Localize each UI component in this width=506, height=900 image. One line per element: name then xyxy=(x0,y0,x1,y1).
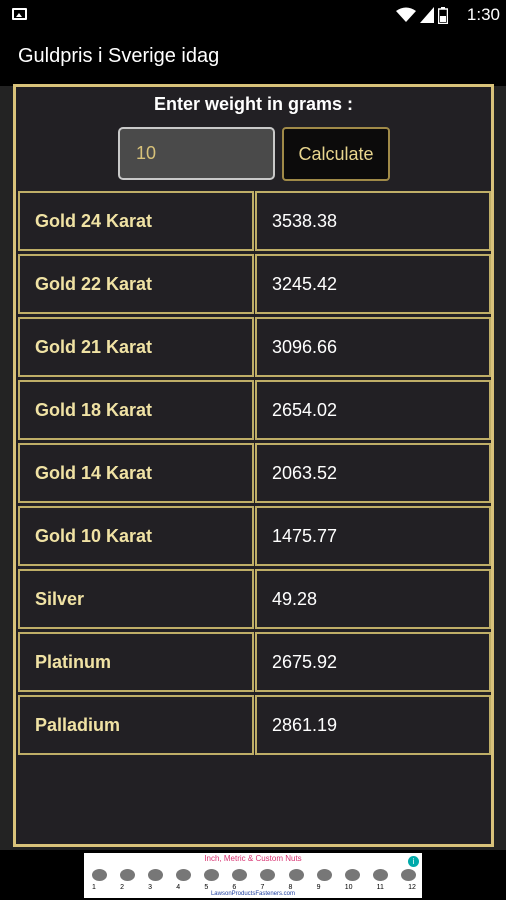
metal-name: Gold 18 Karat xyxy=(35,400,153,420)
battery-icon xyxy=(438,6,448,24)
metal-name: Gold 22 Karat xyxy=(35,274,153,294)
metal-name: Palladium xyxy=(35,715,121,735)
ad-number: 12 xyxy=(408,884,416,891)
ad-number: 1 xyxy=(92,884,96,891)
metal-price-cell: 3245.42 xyxy=(255,254,491,314)
metal-price: 2861.19 xyxy=(272,715,338,735)
metal-price: 1475.77 xyxy=(272,526,338,546)
table-row: Gold 10 Karat 1475.77 xyxy=(16,506,491,566)
metal-price: 3538.38 xyxy=(272,211,338,231)
nut-image xyxy=(372,868,388,881)
ad-number: 8 xyxy=(288,884,293,891)
ad-footer: LawsonProductsFasteners.com xyxy=(210,891,296,897)
nut-image xyxy=(232,868,248,881)
ad-number: 7 xyxy=(260,884,265,891)
ad-number: 4 xyxy=(176,884,181,891)
table-row: Gold 22 Karat 3245.42 xyxy=(16,254,491,314)
metal-name-cell: Silver xyxy=(18,569,254,629)
calculator-panel: Enter weight in grams : 10 Calculate Gol… xyxy=(13,84,494,847)
metal-price-cell: 2861.19 xyxy=(255,695,491,755)
metal-price-cell: 49.28 xyxy=(255,569,491,629)
status-icons xyxy=(396,6,448,24)
nut-image xyxy=(288,868,304,881)
metal-price: 2063.52 xyxy=(272,463,338,483)
nut-image xyxy=(148,868,164,881)
ad-number: 9 xyxy=(316,884,321,891)
ad-number: 2 xyxy=(120,884,124,891)
metal-name-cell: Gold 24 Karat xyxy=(18,191,254,251)
metal-name-cell: Gold 21 Karat xyxy=(18,317,254,377)
nut-image xyxy=(316,868,332,881)
weight-label: Enter weight in grams : xyxy=(153,94,354,114)
ad-number: 6 xyxy=(232,884,237,891)
weight-input[interactable]: 10 xyxy=(118,127,275,180)
ad-number: 10 xyxy=(344,884,353,891)
metal-name: Silver xyxy=(35,589,85,609)
ad-product-images xyxy=(92,866,416,883)
nut-image xyxy=(400,868,416,881)
wifi-icon xyxy=(396,7,416,23)
table-row: Gold 24 Karat 3538.38 xyxy=(16,191,491,251)
metal-price: 2654.02 xyxy=(272,400,338,420)
action-bar: Guldpris i Sverige idag xyxy=(0,29,506,86)
ad-number: 11 xyxy=(376,884,384,891)
metal-price-cell: 2063.52 xyxy=(255,443,491,503)
nut-image xyxy=(120,868,136,881)
nut-image xyxy=(204,868,220,881)
status-bar: 1:30 xyxy=(0,0,506,29)
metal-name-cell: Gold 10 Karat xyxy=(18,506,254,566)
metal-name-cell: Platinum xyxy=(18,632,254,692)
app-title: Guldpris i Sverige idag xyxy=(18,45,220,67)
nut-image xyxy=(92,868,107,881)
signal-icon xyxy=(420,7,434,23)
metal-name: Gold 10 Karat xyxy=(35,526,153,546)
metal-price-cell: 3538.38 xyxy=(255,191,491,251)
metal-name: Gold 24 Karat xyxy=(35,211,153,231)
metal-name-cell: Gold 22 Karat xyxy=(18,254,254,314)
metal-name-cell: Palladium xyxy=(18,695,254,755)
nut-image xyxy=(260,868,276,881)
metal-price: 49.28 xyxy=(272,589,318,609)
metal-name: Gold 14 Karat xyxy=(35,463,153,483)
table-row: Platinum 2675.92 xyxy=(16,632,491,692)
calculate-button[interactable]: Calculate xyxy=(282,127,390,181)
table-row: Silver 49.28 xyxy=(16,569,491,629)
table-row: Palladium 2861.19 xyxy=(16,695,491,755)
ad-headline: Inch, Metric & Custom Nuts xyxy=(204,854,302,863)
ad-number: 5 xyxy=(204,884,209,891)
metal-name-cell: Gold 18 Karat xyxy=(18,380,254,440)
metal-name-cell: Gold 14 Karat xyxy=(18,443,254,503)
metal-price-cell: 1475.77 xyxy=(255,506,491,566)
adchoices-icon[interactable]: i xyxy=(408,856,419,867)
metal-price-cell: 2675.92 xyxy=(255,632,491,692)
metal-price-cell: 2654.02 xyxy=(255,380,491,440)
nut-image xyxy=(344,868,360,881)
table-row: Gold 14 Karat 2063.52 xyxy=(16,443,491,503)
metal-price: 3096.66 xyxy=(272,337,338,357)
nut-image xyxy=(176,868,192,881)
ad-number: 3 xyxy=(148,884,153,891)
status-time: 1:30 xyxy=(466,5,500,24)
weight-input-section: Enter weight in grams : 10 Calculate xyxy=(16,87,491,187)
metal-price: 3245.42 xyxy=(272,274,338,294)
metal-price-cell: 3096.66 xyxy=(255,317,491,377)
table-row: Gold 18 Karat 2654.02 xyxy=(16,380,491,440)
metal-name: Gold 21 Karat xyxy=(35,337,153,357)
gallery-icon xyxy=(12,8,27,20)
table-row: Gold 21 Karat 3096.66 xyxy=(16,317,491,377)
metal-name: Platinum xyxy=(35,652,112,672)
ad-numbers: 1 2 3 4 5 6 7 8 9 10 11 12 xyxy=(92,884,416,891)
metal-price: 2675.92 xyxy=(272,652,338,672)
ad-banner[interactable]: Inch, Metric & Custom Nuts 1 2 3 4 5 6 7… xyxy=(84,853,422,898)
